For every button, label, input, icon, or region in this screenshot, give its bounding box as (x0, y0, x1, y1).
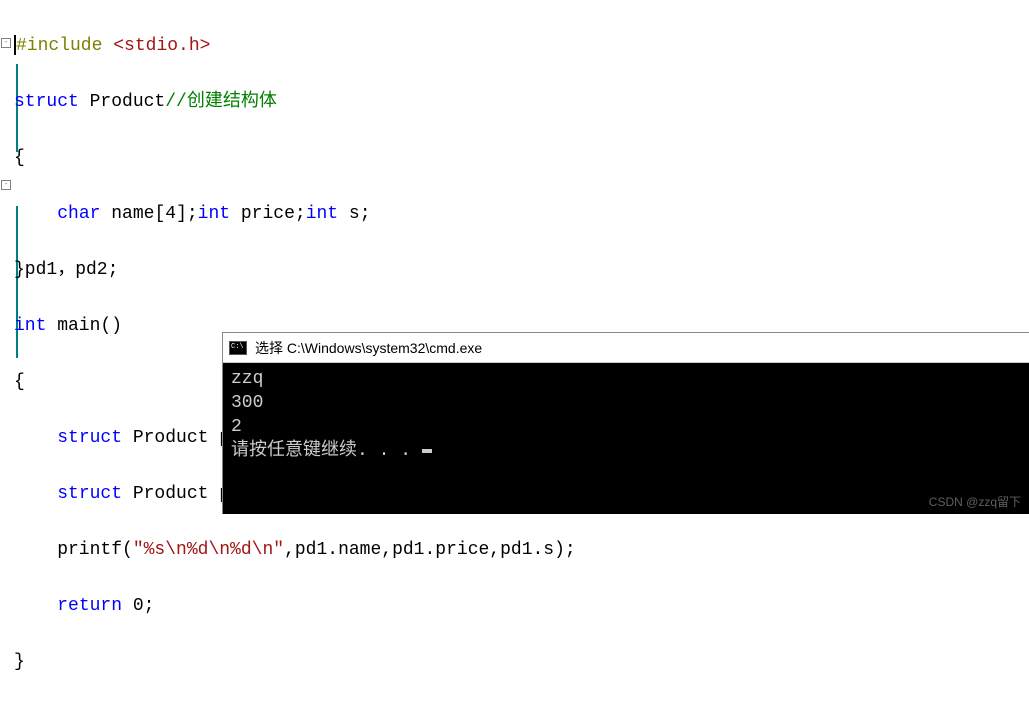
indent (14, 596, 57, 616)
identifier: printf( (14, 540, 133, 560)
code-text (122, 596, 133, 616)
identifier: ,pd1.name,pd1.price,pd1.s); (284, 540, 576, 560)
code-line[interactable]: return 0; (14, 592, 1029, 620)
indent (14, 428, 57, 448)
code-line[interactable]: }pd1，pd2; (14, 256, 1029, 284)
code-line[interactable]: { (14, 144, 1029, 172)
punct: ]; (176, 204, 198, 224)
watermark: CSDN @zzq留下 (929, 493, 1021, 510)
code-line[interactable]: printf("%s\n%d\n%d\n",pd1.name,pd1.price… (14, 536, 1029, 564)
identifier-main: main() (46, 316, 122, 336)
terminal-prompt: 请按任意键继续. . . (231, 441, 422, 461)
terminal-line: 300 (231, 393, 263, 413)
terminal-line: 2 (231, 417, 242, 437)
number-literal: 0 (133, 596, 144, 616)
code-line[interactable]: struct Product//创建结构体 (14, 88, 1029, 116)
terminal-titlebar[interactable]: 选择 C:\Windows\system32\cmd.exe (223, 333, 1029, 363)
type-int: int (306, 204, 338, 224)
code-line[interactable]: char name[4];int price;int s; (14, 200, 1029, 228)
identifier: name[ (100, 204, 165, 224)
indent (14, 204, 57, 224)
keyword-struct: struct (57, 428, 122, 448)
type-int: int (14, 316, 46, 336)
keyword-return: return (57, 596, 122, 616)
brace-open: { (14, 148, 25, 168)
comment: //创建结构体 (165, 92, 277, 112)
brace-open: { (14, 372, 25, 392)
code-line[interactable]: } (14, 648, 1029, 676)
terminal-cursor (422, 449, 432, 453)
string-literal: "%s\n%d\n%d\n" (133, 540, 284, 560)
identifier: price; (230, 204, 306, 224)
number-literal: 4 (165, 204, 176, 224)
punct: ; (144, 596, 155, 616)
include-path: <stdio.h> (113, 36, 210, 56)
terminal-output[interactable]: zzq 300 2 请按任意键继续. . . (223, 363, 1029, 467)
type-int: int (198, 204, 230, 224)
identifier: s; (338, 204, 370, 224)
cmd-icon (229, 341, 247, 355)
code-text (102, 36, 113, 56)
terminal-title: 选择 C:\Windows\system32\cmd.exe (255, 338, 482, 358)
keyword-struct: struct (14, 92, 79, 112)
code-line[interactable]: #include <stdio.h> (14, 32, 1029, 60)
brace-close: } (14, 652, 25, 672)
type-char: char (57, 204, 100, 224)
terminal-window[interactable]: 选择 C:\Windows\system32\cmd.exe zzq 300 2… (222, 332, 1029, 514)
indent (14, 484, 57, 504)
preprocessor-directive: #include (16, 36, 102, 56)
identifier: Product (79, 92, 165, 112)
brace-close: }pd1，pd2; (14, 260, 118, 280)
terminal-line: zzq (231, 369, 263, 389)
keyword-struct: struct (57, 484, 122, 504)
